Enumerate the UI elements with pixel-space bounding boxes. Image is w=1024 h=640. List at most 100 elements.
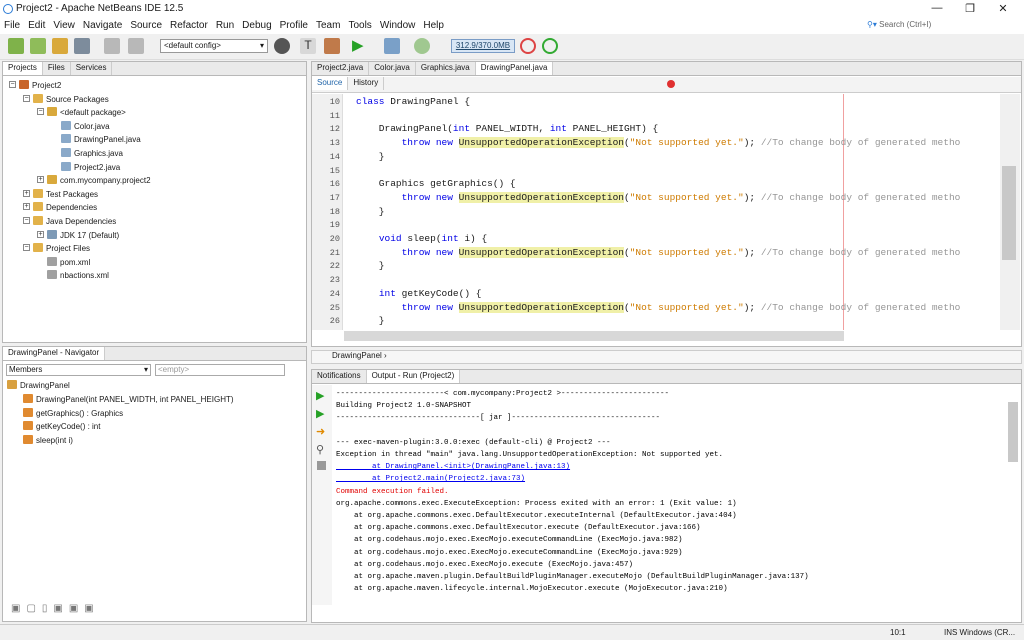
editor-scrollbar[interactable]: [1000, 94, 1020, 330]
tree-item[interactable]: Color.java: [61, 120, 110, 131]
minimize-button[interactable]: —: [922, 2, 952, 16]
expander-toggle[interactable]: +: [37, 230, 44, 238]
code-line[interactable]: void sleep(int i) {: [356, 233, 487, 247]
expander-toggle[interactable]: −: [9, 81, 16, 88]
tree-item[interactable]: Source Packages: [33, 93, 109, 104]
maximize-button[interactable]: ❐: [955, 2, 985, 16]
menu-profile[interactable]: Profile: [276, 18, 312, 33]
expander-toggle[interactable]: −: [37, 108, 44, 116]
new-file-icon[interactable]: [8, 38, 24, 54]
menu-edit[interactable]: Edit: [24, 18, 49, 33]
code-line[interactable]: throw new UnsupportedOperationException(…: [356, 301, 960, 316]
tree-item[interactable]: Dependencies: [33, 202, 97, 212]
tree-item[interactable]: pom.xml: [47, 256, 90, 267]
tree-item[interactable]: Test Packages: [33, 188, 98, 199]
tree-item[interactable]: Graphics.java: [61, 148, 123, 158]
tree-item[interactable]: com.mycompany.project2: [47, 175, 151, 185]
tab-notifications[interactable]: Notifications: [312, 370, 367, 383]
tab-files[interactable]: Files: [43, 62, 71, 75]
tree-item[interactable]: JDK 17 (Default): [47, 229, 119, 240]
tree-item[interactable]: DrawingPanel.java: [61, 134, 141, 144]
expander-toggle[interactable]: −: [23, 94, 30, 102]
tab-graphics-java[interactable]: Graphics.java: [416, 62, 476, 75]
menu-source[interactable]: Source: [126, 18, 166, 33]
expander-toggle[interactable]: +: [23, 203, 30, 211]
code-line[interactable]: Graphics getGraphics() {: [356, 178, 516, 192]
filter-input[interactable]: <empty>: [155, 364, 285, 376]
code-line[interactable]: }: [356, 315, 385, 329]
tab-drawingpanel-java[interactable]: DrawingPanel.java: [475, 62, 554, 75]
new-project-icon[interactable]: [30, 38, 46, 54]
expander-toggle[interactable]: −: [23, 217, 30, 224]
output-scroll-thumb[interactable]: [1008, 402, 1018, 462]
history-tab[interactable]: History: [348, 77, 385, 90]
navigator-member[interactable]: getKeyCode() : int: [23, 421, 100, 431]
tab-services[interactable]: Services: [71, 62, 113, 75]
clean-build-icon[interactable]: T: [300, 38, 316, 54]
run-config-icon[interactable]: [274, 38, 290, 54]
scroll-thumb[interactable]: [1002, 166, 1016, 260]
tree-item[interactable]: nbactions.xml: [47, 270, 109, 280]
close-button[interactable]: ✕: [988, 2, 1018, 16]
output-line[interactable]: at DrawingPanel.<init>(DrawingPanel.java…: [336, 463, 570, 471]
horizontal-scroll-thumb[interactable]: [344, 331, 844, 341]
menu-refactor[interactable]: Refactor: [166, 18, 212, 33]
code-line[interactable]: int getKeyCode() {: [356, 288, 482, 302]
refresh-icon[interactable]: [542, 38, 558, 54]
menu-help[interactable]: Help: [419, 18, 448, 33]
expander-toggle[interactable]: −: [23, 244, 30, 252]
menu-tools[interactable]: Tools: [344, 18, 375, 33]
line-number: 10: [329, 97, 340, 107]
source-tab[interactable]: Source: [312, 77, 349, 90]
tree-item[interactable]: Project2: [19, 80, 61, 90]
save-all-icon[interactable]: [74, 38, 90, 54]
navigator-root[interactable]: DrawingPanel: [7, 380, 70, 390]
output-line[interactable]: at Project2.main(Project2.java:73): [336, 475, 525, 483]
search-box[interactable]: ⚲▾ Search (Ctrl+I): [867, 20, 931, 29]
menu-debug[interactable]: Debug: [238, 18, 275, 33]
stop-macro-icon[interactable]: [667, 80, 675, 88]
open-project-icon[interactable]: [52, 38, 68, 54]
tree-item[interactable]: <default package>: [47, 107, 126, 117]
code-line[interactable]: }: [356, 151, 385, 165]
code-line[interactable]: throw new UnsupportedOperationException(…: [356, 191, 960, 206]
tab-project2-java[interactable]: Project2.java: [312, 62, 370, 75]
menu-window[interactable]: Window: [376, 18, 420, 33]
tab-navigator[interactable]: DrawingPanel - Navigator: [3, 347, 106, 360]
code-line[interactable]: }: [356, 260, 385, 274]
menu-team[interactable]: Team: [312, 18, 344, 33]
menu-run[interactable]: Run: [212, 18, 238, 33]
code-area[interactable]: 10 class DrawingPanel {11 12 DrawingPanel(…: [312, 96, 998, 330]
navigator-filter-icons[interactable]: ▣▢▯▣▣▣: [11, 603, 100, 614]
undo-icon[interactable]: [104, 38, 120, 54]
run-project-icon[interactable]: ▶: [352, 38, 368, 54]
tree-item[interactable]: Project Files: [33, 243, 90, 253]
code-line[interactable]: throw new UnsupportedOperationException(…: [356, 137, 960, 151]
code-line[interactable]: throw new UnsupportedOperationException(…: [356, 246, 960, 261]
code-line[interactable]: }: [356, 206, 385, 220]
menu-view[interactable]: View: [49, 18, 79, 33]
code-line[interactable]: class DrawingPanel {: [356, 96, 470, 110]
tab-projects[interactable]: Projects: [3, 62, 43, 75]
profile-project-icon[interactable]: [414, 38, 430, 54]
tree-item[interactable]: Java Dependencies: [33, 216, 116, 226]
tab-output-run[interactable]: Output - Run (Project2): [366, 370, 461, 383]
expander-toggle[interactable]: +: [37, 176, 44, 184]
memory-indicator[interactable]: 312.9/370.0MB: [451, 39, 515, 53]
navigator-member[interactable]: getGraphics() : Graphics: [23, 407, 123, 418]
navigator-member[interactable]: DrawingPanel(int PANEL_WIDTH, int PANEL_…: [23, 394, 234, 404]
members-select[interactable]: Members ▾: [6, 364, 151, 376]
menu-navigate[interactable]: Navigate: [79, 18, 126, 33]
redo-icon[interactable]: [128, 38, 144, 54]
debug-project-icon[interactable]: [384, 38, 400, 54]
build-icon[interactable]: [324, 38, 340, 54]
menu-file[interactable]: File: [0, 18, 24, 33]
tree-item[interactable]: Project2.java: [61, 161, 120, 172]
tab-color-java[interactable]: Color.java: [369, 62, 416, 75]
gc-icon[interactable]: [520, 38, 536, 54]
expander-toggle[interactable]: +: [23, 189, 30, 197]
code-line[interactable]: DrawingPanel(int PANEL_WIDTH, int PANEL_…: [356, 123, 658, 137]
config-select[interactable]: <default config> ▾: [160, 39, 268, 53]
output-console[interactable]: ------------------------< com.mycompany:…: [312, 390, 1002, 608]
navigator-member[interactable]: sleep(int i): [23, 434, 73, 445]
